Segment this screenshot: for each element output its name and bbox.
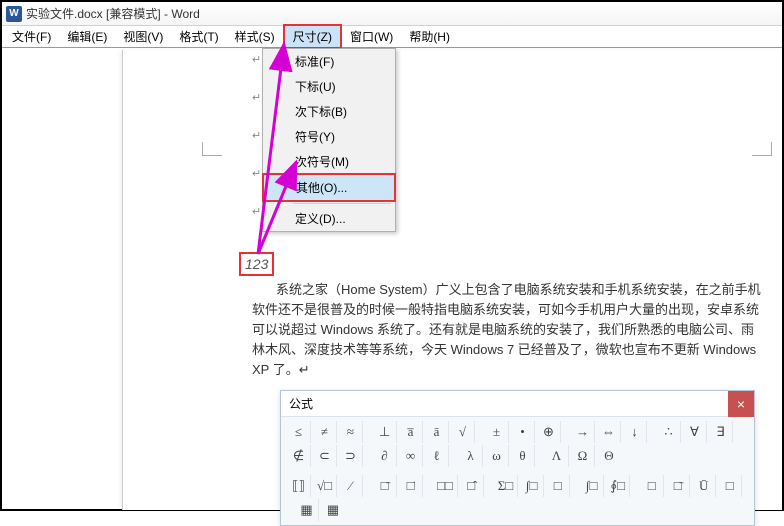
formula-button[interactable]: ∮□ [606, 475, 630, 497]
dropdown-label: 定义(D)... [295, 212, 346, 226]
dropdown-label: 符号(Y) [295, 130, 335, 144]
ruler-marks: ↵↵↵↵↵ [252, 52, 261, 220]
formula-button[interactable]: ⟦⟧ [287, 475, 311, 497]
formula-button[interactable]: □̄ [373, 475, 397, 497]
size-dropdown: ✓ 标准(F) 下标(U) 次下标(B) 符号(Y) 次符号(M) 其他(O).… [262, 48, 396, 232]
margin-marker-right [752, 142, 772, 156]
formula-button[interactable]: ⊥ [373, 421, 397, 443]
formula-button[interactable]: Λ [545, 445, 569, 467]
formula-button[interactable]: ∉ [287, 445, 311, 467]
dropdown-label: 下标(U) [295, 80, 336, 94]
formula-button[interactable]: ⊕ [537, 421, 561, 443]
formula-button[interactable]: ∃ [709, 421, 733, 443]
formula-button[interactable]: □ [718, 475, 742, 497]
formula-button[interactable]: □ [640, 475, 664, 497]
margin-marker-left [202, 142, 222, 156]
equation-toolbar-row1: ≤≠≈ ⊥a̅ā√ ±•⊕ →⇔↓ ∴∀∃ ∉⊂⊃ ∂∞ℓλωθΛΩΘ [281, 417, 754, 471]
equation-field[interactable]: 123 [239, 252, 274, 276]
dropdown-standard[interactable]: ✓ 标准(F) [263, 49, 395, 74]
menu-help[interactable]: 帮助(H) [401, 26, 458, 47]
dropdown-label: 次符号(M) [295, 155, 349, 169]
formula-button[interactable]: ± [485, 421, 509, 443]
equation-toolbar-row2: ⟦⟧√□⁄□̄□̇□□□̂Σ□∫□□∫□∮□□□̄Ū□▦▦ [281, 471, 754, 525]
menu-edit[interactable]: 编辑(E) [59, 26, 115, 47]
dropdown-label: 其他(O)... [296, 181, 347, 195]
formula-button[interactable]: ā [425, 421, 449, 443]
formula-button[interactable]: ≤ [287, 421, 311, 443]
formula-button[interactable]: ⊂ [313, 445, 337, 467]
formula-button[interactable]: ⁄ [339, 475, 363, 497]
formula-button[interactable]: ▦ [321, 499, 345, 521]
formula-button[interactable]: Θ [597, 445, 621, 467]
formula-button[interactable]: Ω [571, 445, 595, 467]
formula-button[interactable]: λ [459, 445, 483, 467]
menu-format[interactable]: 格式(T) [171, 26, 226, 47]
dropdown-define[interactable]: 定义(D)... [263, 206, 395, 231]
formula-button[interactable]: ℓ [425, 445, 449, 467]
formula-button[interactable]: √□ [313, 475, 337, 497]
formula-button[interactable]: □̄ [666, 475, 690, 497]
menu-file[interactable]: 文件(F) [4, 26, 59, 47]
titlebar: W 实验文件.docx [兼容模式] - Word [2, 2, 782, 26]
formula-button[interactable]: ω [485, 445, 509, 467]
formula-button[interactable]: ∫□ [580, 475, 604, 497]
paragraph-text: 系统之家（Home System）广义上包含了电脑系统安装和手机系统安装，在之前… [252, 280, 762, 380]
formula-button[interactable]: θ [511, 445, 535, 467]
formula-button[interactable]: ▦ [295, 499, 319, 521]
check-icon: ✓ [273, 53, 283, 67]
menu-size[interactable]: 尺寸(Z) [283, 24, 342, 49]
window-title: 实验文件.docx [兼容模式] - Word [26, 5, 200, 22]
formula-button[interactable]: ∞ [399, 445, 423, 467]
formula-button[interactable]: ↓ [623, 421, 647, 443]
formula-button[interactable]: • [511, 421, 535, 443]
dropdown-other[interactable]: 其他(O)... [262, 173, 396, 202]
formula-button[interactable]: □ [546, 475, 570, 497]
formula-button[interactable]: ∫□ [520, 475, 544, 497]
formula-button[interactable]: ∂ [373, 445, 397, 467]
formula-button[interactable]: a̅ [399, 421, 423, 443]
body-paragraph: 系统之家（Home System）广义上包含了电脑系统安装和手机系统安装，在之前… [252, 280, 762, 380]
formula-button[interactable]: Σ□ [494, 475, 518, 497]
menu-view[interactable]: 视图(V) [115, 26, 171, 47]
formula-button[interactable]: ≈ [339, 421, 363, 443]
equation-toolbar-title: 公式 [289, 395, 313, 412]
formula-button[interactable]: □□ [433, 475, 458, 497]
formula-button[interactable]: → [571, 421, 595, 443]
dropdown-label: 次下标(B) [295, 105, 347, 119]
menubar: 文件(F) 编辑(E) 视图(V) 格式(T) 样式(S) 尺寸(Z) 窗口(W… [2, 26, 782, 48]
close-button[interactable]: × [728, 391, 754, 417]
formula-button[interactable]: ≠ [313, 421, 337, 443]
formula-button[interactable]: ⇔ [597, 421, 621, 443]
dropdown-label: 标准(F) [295, 55, 334, 69]
dropdown-symbol[interactable]: 符号(Y) [263, 124, 395, 149]
menu-style[interactable]: 样式(S) [227, 26, 283, 47]
formula-button[interactable]: □̇ [399, 475, 423, 497]
dropdown-separator [293, 203, 391, 204]
formula-button[interactable]: ⊃ [339, 445, 363, 467]
dropdown-subsubscript[interactable]: 次下标(B) [263, 99, 395, 124]
formula-button[interactable]: Ū [692, 475, 716, 497]
word-app-icon: W [6, 6, 22, 22]
equation-toolbar: 公式 × ≤≠≈ ⊥a̅ā√ ±•⊕ →⇔↓ ∴∀∃ ∉⊂⊃ ∂∞ℓλωθΛΩΘ ⟦⟧√□⁄… [280, 390, 755, 526]
dropdown-subsymbol[interactable]: 次符号(M) [263, 149, 395, 174]
dropdown-subscript[interactable]: 下标(U) [263, 74, 395, 99]
formula-button[interactable]: √ [451, 421, 475, 443]
menu-window[interactable]: 窗口(W) [342, 26, 401, 47]
formula-button[interactable]: □̂ [460, 475, 484, 497]
formula-button[interactable]: ∴ [657, 421, 681, 443]
equation-toolbar-header: 公式 × [281, 391, 754, 417]
formula-button[interactable]: ∀ [683, 421, 707, 443]
